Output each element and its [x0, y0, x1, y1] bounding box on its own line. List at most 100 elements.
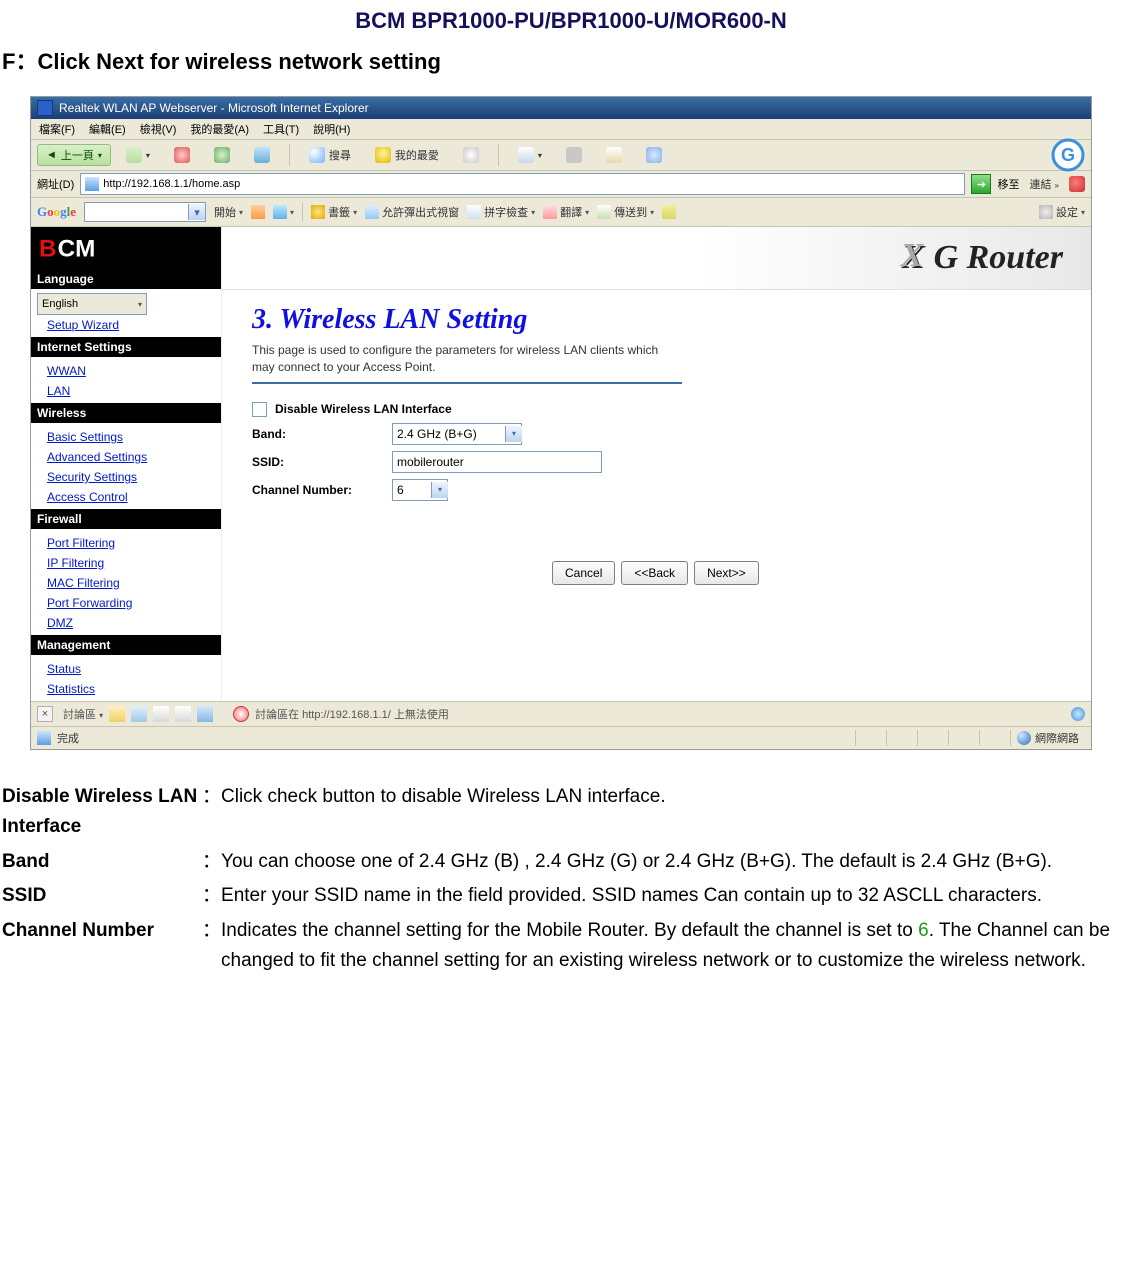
google-popup-button[interactable]: 允許彈出式視窗	[365, 204, 459, 220]
disable-wlan-checkbox[interactable]	[252, 402, 267, 417]
forum-icon[interactable]	[175, 706, 191, 722]
sidebar-head-management: Management	[31, 635, 221, 655]
sidebar-head-wireless: Wireless	[31, 403, 221, 423]
sidebar-wwan[interactable]: WWAN	[37, 361, 215, 381]
google-spellcheck-button[interactable]: 拼字檢查▾	[467, 204, 535, 220]
page-description: This page is used to configure the param…	[252, 342, 682, 384]
language-select[interactable]: English ▾	[37, 293, 147, 315]
google-search-input[interactable]: ▾	[84, 202, 206, 222]
google-translate-button[interactable]: 翻譯▾	[543, 204, 589, 220]
forum-label[interactable]: 討論區 ▾	[63, 706, 103, 722]
stop-button[interactable]	[165, 144, 199, 166]
mail-button[interactable]: ▾	[509, 144, 551, 166]
google-badge-icon: G	[1051, 138, 1085, 172]
blocked-icon	[233, 706, 249, 722]
cancel-button[interactable]: Cancel	[552, 561, 615, 585]
util-icon	[273, 205, 287, 219]
close-icon[interactable]: ×	[37, 706, 53, 722]
nav-toolbar: ◄ 上一頁 ▾ ▾ 搜尋 我的最愛 ▾ G	[31, 140, 1091, 171]
spellcheck-icon	[467, 205, 481, 219]
desc-key: Band	[2, 845, 202, 879]
address-input[interactable]: http://192.168.1.1/home.asp	[80, 173, 965, 195]
sidebar-port-forwarding[interactable]: Port Forwarding	[37, 593, 215, 613]
globe-icon	[1017, 731, 1031, 745]
desc-val: Click check button to disable Wireless L…	[221, 780, 1142, 845]
google-highlight-button[interactable]	[662, 205, 676, 219]
menu-help[interactable]: 說明(H)	[313, 121, 350, 137]
sidebar-status[interactable]: Status	[37, 659, 215, 679]
search-label: 搜尋	[329, 147, 351, 163]
popup-icon	[365, 205, 379, 219]
window-title: Realtek WLAN AP Webserver - Microsoft In…	[59, 101, 369, 115]
menu-view[interactable]: 檢視(V)	[140, 121, 177, 137]
channel-value: 6	[397, 483, 404, 497]
sidebar-lan[interactable]: LAN	[37, 381, 215, 401]
forward-button[interactable]: ▾	[117, 144, 159, 166]
menu-bar[interactable]: 檔案(F) 編輯(E) 檢視(V) 我的最愛(A) 工具(T) 說明(H)	[31, 119, 1091, 140]
status-done: 完成	[57, 730, 79, 746]
menu-file[interactable]: 檔案(F)	[39, 121, 75, 137]
print-button[interactable]	[557, 144, 591, 166]
links-button[interactable]: 連結 »	[1025, 176, 1063, 192]
google-settings-button[interactable]: 設定▾	[1039, 204, 1085, 220]
home-button[interactable]	[245, 144, 279, 166]
help-icon[interactable]	[1071, 707, 1085, 721]
sidebar-head-language: Language	[31, 269, 221, 289]
band-select[interactable]: 2.4 GHz (B+G) ▾	[392, 423, 522, 445]
xg-router-banner: XG Router	[222, 227, 1091, 290]
forum-icon[interactable]	[197, 706, 213, 722]
util-icon	[251, 205, 265, 219]
sidebar-statistics[interactable]: Statistics	[37, 679, 215, 699]
google-bookmark-button[interactable]: 書籤▾	[311, 204, 357, 220]
menu-tools[interactable]: 工具(T)	[263, 121, 299, 137]
extension-icon[interactable]	[1069, 176, 1085, 192]
menu-favorites[interactable]: 我的最愛(A)	[190, 121, 249, 137]
sidebar-security-settings[interactable]: Security Settings	[37, 467, 215, 487]
channel-label: Channel Number:	[252, 483, 392, 497]
back-arrow-icon: ◄	[46, 149, 57, 161]
forward-icon	[126, 147, 142, 163]
disable-wlan-label: Disable Wireless LAN Interface	[275, 402, 452, 416]
menu-edit[interactable]: 編輯(E)	[89, 121, 126, 137]
channel-select[interactable]: 6 ▾	[392, 479, 448, 501]
back-button[interactable]: ◄ 上一頁 ▾	[37, 144, 111, 166]
sidebar-access-control[interactable]: Access Control	[37, 487, 215, 507]
go-button[interactable]: ➔	[971, 174, 991, 194]
desc-key: Disable Wireless LAN Interface	[2, 780, 202, 845]
forum-icon[interactable]	[131, 706, 147, 722]
google-util1-button[interactable]	[251, 205, 265, 219]
forum-icon[interactable]	[153, 706, 169, 722]
back-button[interactable]: <<Back	[621, 561, 688, 585]
google-send-button[interactable]: 傳送到▾	[597, 204, 654, 220]
sidebar-setup-wizard[interactable]: Setup Wizard	[37, 315, 215, 335]
desc-val: Enter your SSID name in the field provid…	[221, 879, 1142, 913]
sidebar-advanced-settings[interactable]: Advanced Settings	[37, 447, 215, 467]
sidebar-mac-filtering[interactable]: MAC Filtering	[37, 573, 215, 593]
status-bar: 完成 網際網路	[31, 726, 1091, 749]
next-button[interactable]: Next>>	[694, 561, 759, 585]
chevron-down-icon[interactable]: ▾	[188, 204, 205, 220]
ssid-input[interactable]: mobilerouter	[392, 451, 602, 473]
google-start-button[interactable]: 開始▾	[214, 204, 243, 220]
forum-icon[interactable]	[109, 706, 125, 722]
sidebar-ip-filtering[interactable]: IP Filtering	[37, 553, 215, 573]
messenger-button[interactable]	[637, 144, 671, 166]
favorites-button[interactable]: 我的最愛	[366, 144, 448, 166]
sidebar-head-firewall: Firewall	[31, 509, 221, 529]
sidebar-basic-settings[interactable]: Basic Settings	[37, 427, 215, 447]
chevron-down-icon: ▾	[98, 151, 102, 160]
refresh-button[interactable]	[205, 144, 239, 166]
doc-step-title: F：Click Next for wireless network settin…	[0, 38, 1142, 96]
messenger-icon	[646, 147, 662, 163]
svg-text:B: B	[39, 235, 57, 262]
sidebar-port-filtering[interactable]: Port Filtering	[37, 533, 215, 553]
send-icon	[597, 205, 611, 219]
sidebar-dmz[interactable]: DMZ	[37, 613, 215, 633]
google-util2-button[interactable]: ▾	[273, 205, 294, 219]
edit-button[interactable]	[597, 144, 631, 166]
search-button[interactable]: 搜尋	[300, 144, 360, 166]
desc-val: Indicates the channel setting for the Mo…	[221, 914, 1142, 979]
star-icon	[311, 205, 325, 219]
history-button[interactable]	[454, 144, 488, 166]
wizard-button-row: Cancel <<Back Next>>	[552, 561, 1061, 585]
